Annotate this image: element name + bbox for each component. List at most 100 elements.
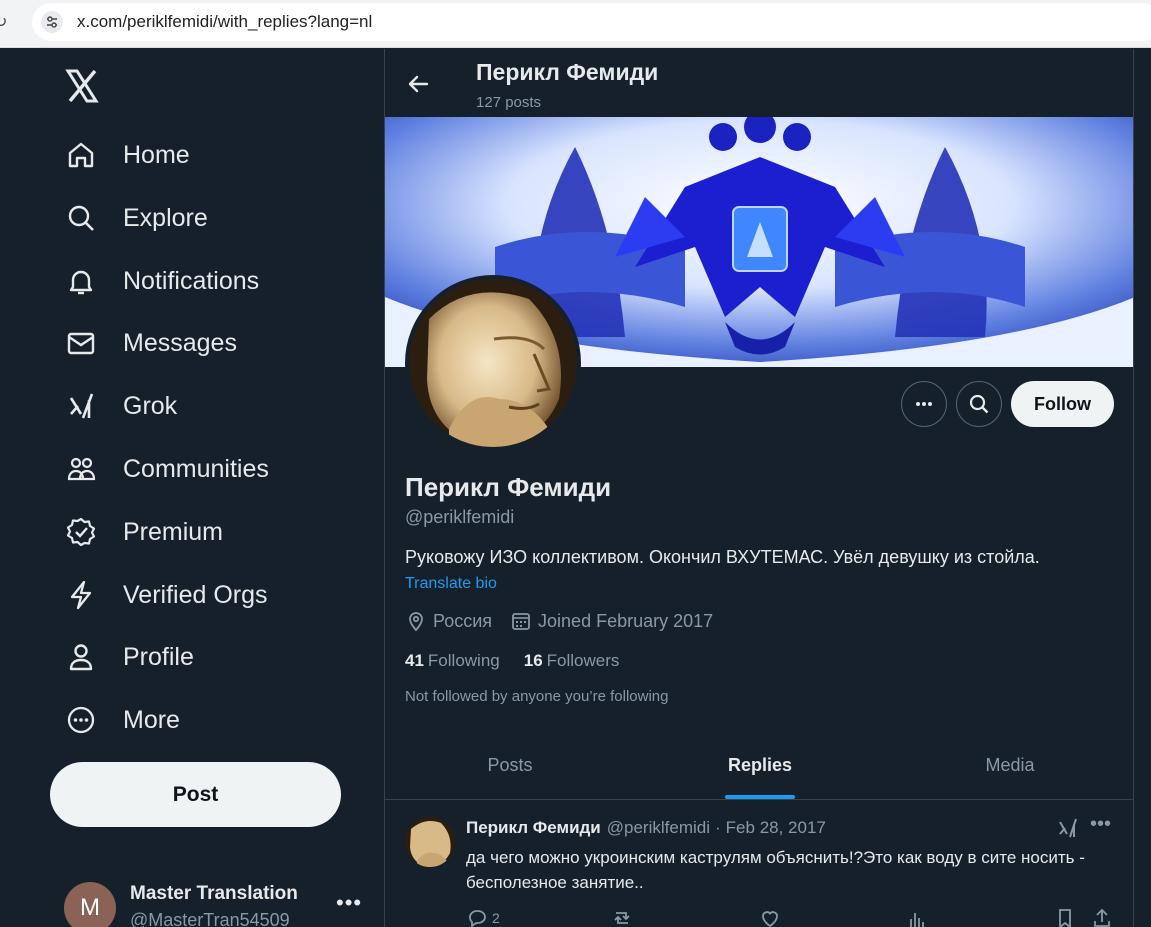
- sidebar-item-notifications[interactable]: Notifications: [60, 254, 277, 308]
- tab-label: Posts: [487, 755, 533, 775]
- profile-tabs: Posts Replies Media: [385, 732, 1133, 800]
- sidebar-item-home[interactable]: Home: [60, 128, 208, 182]
- more-options-button[interactable]: [901, 381, 947, 427]
- sidebar-item-label: Premium: [123, 517, 224, 546]
- profile-avatar[interactable]: [405, 275, 581, 451]
- views-button[interactable]: [906, 907, 928, 927]
- profile-column: Перикл Фемиди 127 posts Follow Перикл Фе…: [384, 49, 1134, 927]
- lightning-icon: [60, 574, 102, 616]
- profile-name: Перикл Фемиди: [405, 472, 612, 502]
- profile-meta: Россия Joined February 2017: [405, 609, 713, 633]
- reload-icon[interactable]: ↻: [0, 12, 8, 32]
- followers-link[interactable]: 16 Followers: [524, 651, 620, 671]
- reply-icon: [469, 910, 486, 927]
- joined-text: Joined February 2017: [538, 610, 714, 631]
- post-button[interactable]: Post: [50, 762, 341, 827]
- envelope-icon: [60, 322, 102, 364]
- search-icon: [969, 394, 989, 414]
- sidebar-item-communities[interactable]: Communities: [60, 442, 287, 496]
- tab-posts[interactable]: Posts: [385, 732, 635, 799]
- heart-icon: [762, 911, 778, 927]
- tweet-text: да чего можно укроинским каструлям объяс…: [466, 848, 1085, 892]
- following-count: 41: [405, 651, 424, 670]
- sidebar-item-label: More: [123, 705, 180, 734]
- follow-button[interactable]: Follow: [1011, 381, 1114, 427]
- back-arrow-icon[interactable]: [405, 71, 431, 97]
- sidebar-item-label: Profile: [123, 642, 194, 671]
- bell-icon: [60, 260, 102, 302]
- sidebar-item-label: Verified Orgs: [123, 580, 268, 609]
- profile-location: Россия: [405, 610, 492, 632]
- profile-bio: Руковожу ИЗО коллективом. Окончил ВХУТЕМ…: [405, 547, 1040, 567]
- sidebar-item-label: Messages: [123, 328, 237, 357]
- sidebar-item-verified-orgs[interactable]: Verified Orgs: [60, 568, 286, 622]
- search-profile-button[interactable]: [956, 381, 1002, 427]
- tab-label: Replies: [727, 755, 793, 775]
- bar-chart-icon: [910, 913, 924, 927]
- sidebar-item-label: Communities: [123, 454, 269, 483]
- more-circle-icon: [60, 699, 102, 741]
- sidebar-item-profile[interactable]: Profile: [60, 630, 212, 684]
- bookmark-button[interactable]: [1054, 907, 1076, 927]
- following-label: Following: [427, 651, 500, 670]
- bookmark-icon: [1059, 909, 1071, 927]
- profile-joined: Joined February 2017: [510, 610, 713, 632]
- tweet-header: Перикл Фемиди @periklfemidi · Feb 28, 20…: [466, 818, 826, 838]
- tweet-author-handle[interactable]: @periklfemidi: [607, 818, 710, 838]
- tab-label: Media: [985, 755, 1035, 775]
- translate-bio-link[interactable]: Translate bio: [405, 575, 497, 593]
- post-count: 127 posts: [476, 94, 542, 111]
- person-icon: [60, 636, 102, 678]
- sidebar-item-premium[interactable]: Premium: [60, 505, 241, 559]
- followers-label: Followers: [546, 651, 620, 670]
- profile-header-bar: Перикл Фемиди 127 posts: [385, 49, 1133, 117]
- following-link[interactable]: 41 Following: [405, 651, 500, 671]
- sidebar-item-more[interactable]: More: [60, 693, 198, 747]
- like-button[interactable]: [759, 907, 781, 927]
- calendar-icon: [512, 613, 530, 630]
- share-button[interactable]: [1091, 907, 1113, 927]
- grok-icon: [60, 385, 102, 427]
- account-name: Master Translation: [130, 883, 298, 904]
- sidebar-item-label: Grok: [123, 391, 178, 420]
- more-horizontal-icon[interactable]: •••: [336, 890, 362, 916]
- repost-button[interactable]: [611, 907, 633, 927]
- repost-icon: [614, 912, 630, 924]
- verified-badge-icon: [60, 511, 102, 553]
- account-switcher[interactable]: M Master Translation @MasterTran54509 ••…: [64, 878, 374, 927]
- account-handle: @MasterTran54509: [130, 910, 290, 927]
- x-logo-icon[interactable]: [62, 66, 102, 106]
- tweet-actions: 2: [466, 907, 1116, 927]
- site-info-icon[interactable]: [41, 11, 63, 33]
- avatar[interactable]: [405, 817, 455, 867]
- url-text[interactable]: x.com/periklfemidi/with_replies?lang=nl: [77, 12, 372, 32]
- sidebar-item-label: Notifications: [123, 266, 260, 295]
- tab-media[interactable]: Media: [885, 732, 1133, 799]
- sidebar-nav: Home Explore Notifications Messages Grok…: [0, 49, 384, 927]
- profile-handle: @periklfemidi: [405, 507, 515, 527]
- sidebar-item-grok[interactable]: Grok: [60, 379, 195, 433]
- tweet[interactable]: Перикл Фемиди @periklfemidi · Feb 28, 20…: [385, 801, 1133, 927]
- not-followed-note: Not followed by anyone you’re following: [405, 688, 669, 705]
- tweet-date[interactable]: Feb 28, 2017: [726, 818, 826, 838]
- people-icon: [60, 448, 102, 490]
- sidebar-item-messages[interactable]: Messages: [60, 316, 255, 370]
- avatar: M: [64, 882, 116, 927]
- followers-count: 16: [523, 651, 543, 670]
- share-icon: [1094, 908, 1110, 927]
- sidebar-item-explore[interactable]: Explore: [60, 191, 226, 245]
- page-title: Перикл Фемиди: [476, 59, 659, 85]
- sidebar-item-label: Explore: [123, 203, 208, 232]
- location-text: Россия: [433, 610, 493, 631]
- home-icon: [60, 134, 102, 176]
- active-tab-indicator: [725, 795, 795, 799]
- tab-replies[interactable]: Replies: [635, 732, 885, 799]
- sidebar-item-label: Home: [123, 140, 190, 169]
- separator-dot: ·: [715, 818, 721, 837]
- more-horizontal-icon: [916, 402, 932, 406]
- tweet-author-name[interactable]: Перикл Фемиди: [466, 818, 601, 838]
- grok-icon[interactable]: [1057, 817, 1079, 839]
- reply-count: 2: [492, 910, 500, 926]
- reply-button[interactable]: 2: [466, 907, 500, 927]
- more-horizontal-icon[interactable]: •••: [1090, 813, 1111, 836]
